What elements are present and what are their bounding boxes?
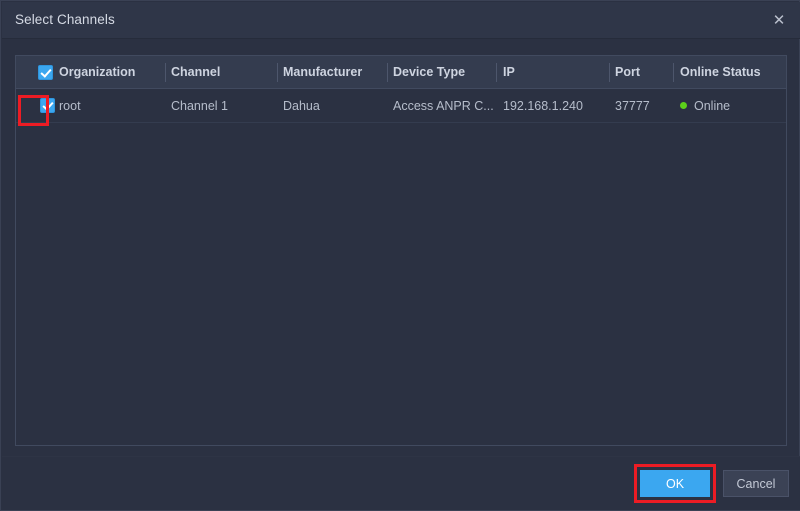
- column-header-port[interactable]: Port: [615, 56, 671, 88]
- cell-ip: 192.168.1.240: [503, 98, 583, 113]
- online-status-dot: [680, 102, 687, 109]
- column-separator: [277, 63, 278, 82]
- column-separator: [387, 63, 388, 82]
- column-header-channel[interactable]: Channel: [171, 56, 275, 88]
- column-separator: [165, 63, 166, 82]
- select-channels-dialog: Select Channels ✕ Organization Channel M…: [0, 0, 800, 511]
- dialog-title: Select Channels: [15, 12, 115, 27]
- cell-port: 37777: [615, 98, 650, 113]
- select-all-checkbox[interactable]: [38, 65, 53, 80]
- ok-button[interactable]: OK: [640, 470, 710, 497]
- close-icon[interactable]: ✕: [764, 6, 794, 34]
- dialog-titlebar: Select Channels ✕: [2, 2, 800, 39]
- column-header-ip[interactable]: IP: [503, 56, 607, 88]
- column-separator: [609, 63, 610, 82]
- channels-table: Organization Channel Manufacturer Device…: [15, 55, 787, 446]
- cell-online-status: Online: [680, 89, 785, 122]
- cancel-button[interactable]: Cancel: [723, 470, 789, 497]
- column-separator: [496, 63, 497, 82]
- row-checkbox[interactable]: [40, 98, 55, 113]
- column-header-device-type[interactable]: Device Type: [393, 56, 494, 88]
- column-header-online-status[interactable]: Online Status: [680, 56, 785, 88]
- cell-manufacturer: Dahua: [283, 98, 320, 113]
- cell-organization: root: [59, 98, 81, 113]
- column-separator: [673, 63, 674, 82]
- table-header-row: Organization Channel Manufacturer Device…: [16, 56, 786, 89]
- table-row[interactable]: root Channel 1 Dahua Access ANPR C... 19…: [16, 89, 786, 123]
- online-status-label: Online: [694, 98, 731, 113]
- cell-channel: Channel 1: [171, 98, 228, 113]
- column-header-manufacturer[interactable]: Manufacturer: [283, 56, 385, 88]
- cell-device-type: Access ANPR C...: [393, 98, 494, 113]
- column-header-organization[interactable]: Organization: [59, 56, 163, 88]
